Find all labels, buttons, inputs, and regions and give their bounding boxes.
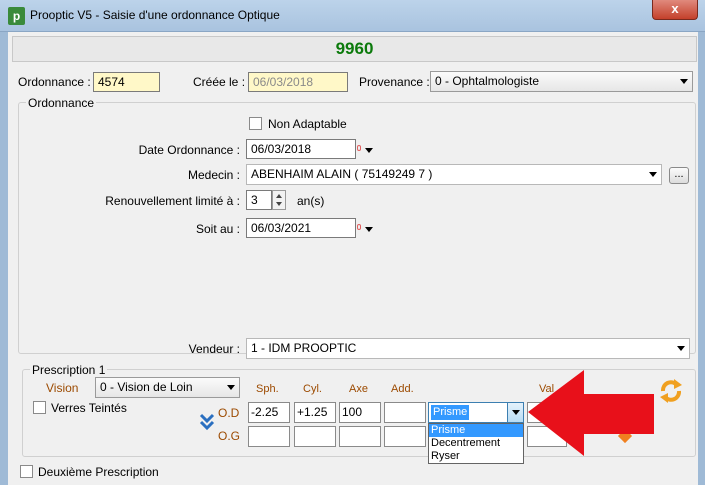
soit-au-label: Soit au : <box>195 222 240 236</box>
soit-au-field[interactable]: 06/03/2021 <box>246 218 356 238</box>
double-chevron-down-icon[interactable] <box>199 413 215 431</box>
column-header-add: Add. <box>391 383 414 395</box>
chevron-down-icon <box>365 148 373 153</box>
og-sph-input[interactable] <box>248 426 290 447</box>
od-axe-input[interactable]: 100 <box>339 402 381 423</box>
column-header-axe: Axe <box>349 383 368 395</box>
od-sph-input[interactable]: -2.25 <box>248 402 290 423</box>
non-adaptable-checkbox[interactable] <box>249 117 262 130</box>
column-header-sph: Sph. <box>256 383 279 395</box>
medecin-value: ABENHAIM ALAIN ( 75149249 7 ) <box>251 167 433 181</box>
prisme-dropdown-list: Prisme Decentrement Ryser <box>428 423 524 464</box>
prisme-dropdown-button[interactable] <box>507 403 523 422</box>
verres-teintes-label: Verres Teintés <box>51 401 127 415</box>
close-button[interactable]: x <box>652 0 698 20</box>
window-title: Prooptic V5 - Saisie d'une ordonnance Op… <box>30 8 280 22</box>
od-add-input[interactable] <box>384 402 426 423</box>
renouvellement-label: Renouvellement limité à : <box>105 194 240 208</box>
vendeur-select[interactable]: 1 - IDM PROOPTIC <box>246 338 690 359</box>
vision-label: Vision <box>46 381 79 395</box>
spin-up-icon <box>276 194 282 198</box>
ordonnance-group-title: Ordonnance <box>26 96 97 110</box>
chevron-down-icon <box>649 172 657 177</box>
ordonnance-number-field[interactable]: 4574 <box>93 72 160 92</box>
renouvellement-unit: an(s) <box>297 194 325 208</box>
chevron-down-icon <box>227 385 235 390</box>
spin-down-icon <box>276 202 282 206</box>
title-bar: p Prooptic V5 - Saisie d'une ordonnance … <box>0 0 705 32</box>
vendeur-value: 1 - IDM PROOPTIC <box>251 341 357 355</box>
vendeur-label: Vendeur : <box>188 342 240 356</box>
required-marker-icon <box>357 224 361 230</box>
creee-le-label: Créée le : <box>193 75 246 89</box>
verres-teintes-checkbox[interactable] <box>33 401 46 414</box>
vision-value: 0 - Vision de Loin <box>100 380 193 394</box>
date-ordonnance-label: Date Ordonnance : <box>138 143 240 157</box>
provenance-label: Provenance : <box>359 75 430 89</box>
required-marker-icon <box>357 145 361 151</box>
date-ordonnance-field[interactable]: 06/03/2018 <box>246 139 356 159</box>
od-cyl-input[interactable]: +1.25 <box>294 402 336 423</box>
sync-icon[interactable] <box>656 376 686 406</box>
non-adaptable-label: Non Adaptable <box>268 117 347 131</box>
column-header-cyl: Cyl. <box>303 383 322 395</box>
app-icon: p <box>8 7 25 25</box>
prisme-select[interactable]: Prisme <box>428 402 524 423</box>
soit-au-dropdown[interactable] <box>362 219 376 239</box>
chevron-down-icon <box>677 346 685 351</box>
prisme-option[interactable]: Ryser <box>429 450 523 463</box>
ordonnance-number-header: 9960 <box>12 36 697 62</box>
deuxieme-prescription-checkbox[interactable] <box>20 465 33 478</box>
provenance-value: 0 - Ophtalmologiste <box>435 74 540 88</box>
prescription-group-title: Prescription 1 <box>30 363 108 377</box>
ordonnance-label: Ordonnance : <box>18 75 91 89</box>
renouvellement-field[interactable]: 3 <box>246 190 272 210</box>
chevron-down-icon <box>365 227 373 232</box>
od-label: O.D <box>218 406 240 420</box>
medecin-browse-button[interactable]: ... <box>669 167 689 184</box>
og-label: O.G <box>218 429 241 443</box>
chevron-down-icon <box>680 79 688 84</box>
prisme-value: Prisme <box>431 405 470 420</box>
renouvellement-spinner[interactable] <box>272 190 286 210</box>
prisme-option[interactable]: Prisme <box>429 424 523 437</box>
prisme-option[interactable]: Decentrement <box>429 437 523 450</box>
og-axe-input[interactable] <box>339 426 381 447</box>
date-ordonnance-dropdown[interactable] <box>362 140 376 160</box>
red-arrow-icon <box>528 370 654 456</box>
creee-le-field: 06/03/2018 <box>248 72 348 92</box>
deuxieme-prescription-label: Deuxième Prescription <box>38 465 159 479</box>
vision-select[interactable]: 0 - Vision de Loin <box>95 377 240 398</box>
medecin-select[interactable]: ABENHAIM ALAIN ( 75149249 7 ) <box>246 164 662 185</box>
og-cyl-input[interactable] <box>294 426 336 447</box>
provenance-select[interactable]: 0 - Ophtalmologiste <box>430 71 693 92</box>
chevron-down-icon <box>512 410 520 415</box>
medecin-label: Medecin : <box>187 168 240 182</box>
og-add-input[interactable] <box>384 426 426 447</box>
